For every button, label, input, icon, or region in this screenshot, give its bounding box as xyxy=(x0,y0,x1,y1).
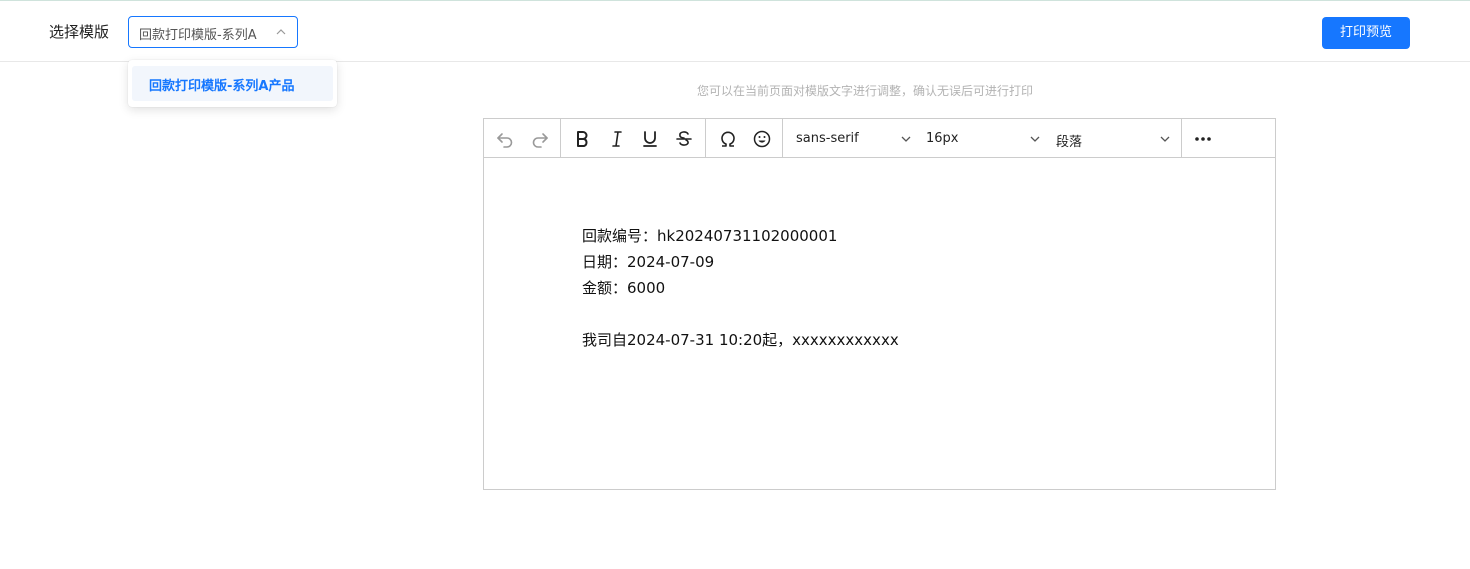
redo-button[interactable] xyxy=(528,127,552,151)
template-select-label: 选择模版 xyxy=(49,23,110,41)
strikethrough-button[interactable] xyxy=(672,127,696,151)
bold-icon xyxy=(577,131,588,147)
underline-button[interactable] xyxy=(638,127,662,151)
chevron-down-icon xyxy=(1160,136,1170,142)
font-size-select[interactable]: 16px xyxy=(926,128,1041,150)
template-select-value: 回款打印模版-系列A xyxy=(139,28,257,43)
template-select[interactable]: 回款打印模版-系列A xyxy=(128,16,298,48)
italic-icon xyxy=(612,131,622,147)
italic-button[interactable] xyxy=(605,127,629,151)
font-size-value: 16px xyxy=(926,131,959,146)
bold-button[interactable] xyxy=(570,127,594,151)
undo-button[interactable] xyxy=(493,127,517,151)
block-type-value: 段落 xyxy=(1056,135,1083,150)
print-preview-button[interactable]: 打印预览 xyxy=(1322,17,1410,49)
chevron-down-icon xyxy=(1030,136,1040,142)
header: 选择模版 回款打印模版-系列A 打印预览 xyxy=(0,1,1470,62)
chevron-down-icon xyxy=(901,136,911,142)
redo-icon xyxy=(532,133,548,148)
editor-content[interactable]: 回款编号：hk20240731102000001 日期：2024-07-09 金… xyxy=(484,159,1275,489)
strikethrough-icon xyxy=(676,131,692,146)
font-family-value: sans-serif xyxy=(796,131,859,146)
template-dropdown: 回款打印模版-系列A产品 xyxy=(128,60,337,107)
editor-toolbar: sans-serif 16px 段落 xyxy=(484,119,1275,158)
content-line: 金额：6000 xyxy=(582,279,666,297)
dropdown-option-label: 回款打印模版-系列A产品 xyxy=(149,79,295,94)
chevron-up-icon xyxy=(276,29,286,35)
style-select-group: sans-serif 16px 段落 xyxy=(783,119,1182,157)
content-line: 日期：2024-07-09 xyxy=(582,253,715,271)
block-type-select[interactable]: 段落 xyxy=(1056,128,1171,150)
omega-icon xyxy=(721,131,735,147)
smile-icon xyxy=(753,130,771,148)
hint-text: 您可以在当前页面对模版文字进行调整，确认无误后可进行打印 xyxy=(697,84,1034,98)
history-group xyxy=(484,119,561,157)
undo-icon xyxy=(497,133,513,148)
format-group xyxy=(561,119,706,157)
more-icon xyxy=(1195,137,1211,141)
special-char-button[interactable] xyxy=(716,127,740,151)
font-family-select[interactable]: sans-serif xyxy=(796,128,912,150)
dropdown-option[interactable]: 回款打印模版-系列A产品 xyxy=(132,66,333,101)
more-button[interactable] xyxy=(1191,127,1215,151)
insert-group xyxy=(706,119,783,157)
emoji-button[interactable] xyxy=(750,127,774,151)
content-line: 我司自2024-07-31 10:20起，xxxxxxxxxxxx xyxy=(582,331,899,349)
content-line: 回款编号：hk20240731102000001 xyxy=(582,227,838,245)
underline-icon xyxy=(643,131,657,147)
rich-text-editor: sans-serif 16px 段落 回款编号：hk20240731102000… xyxy=(483,118,1276,490)
